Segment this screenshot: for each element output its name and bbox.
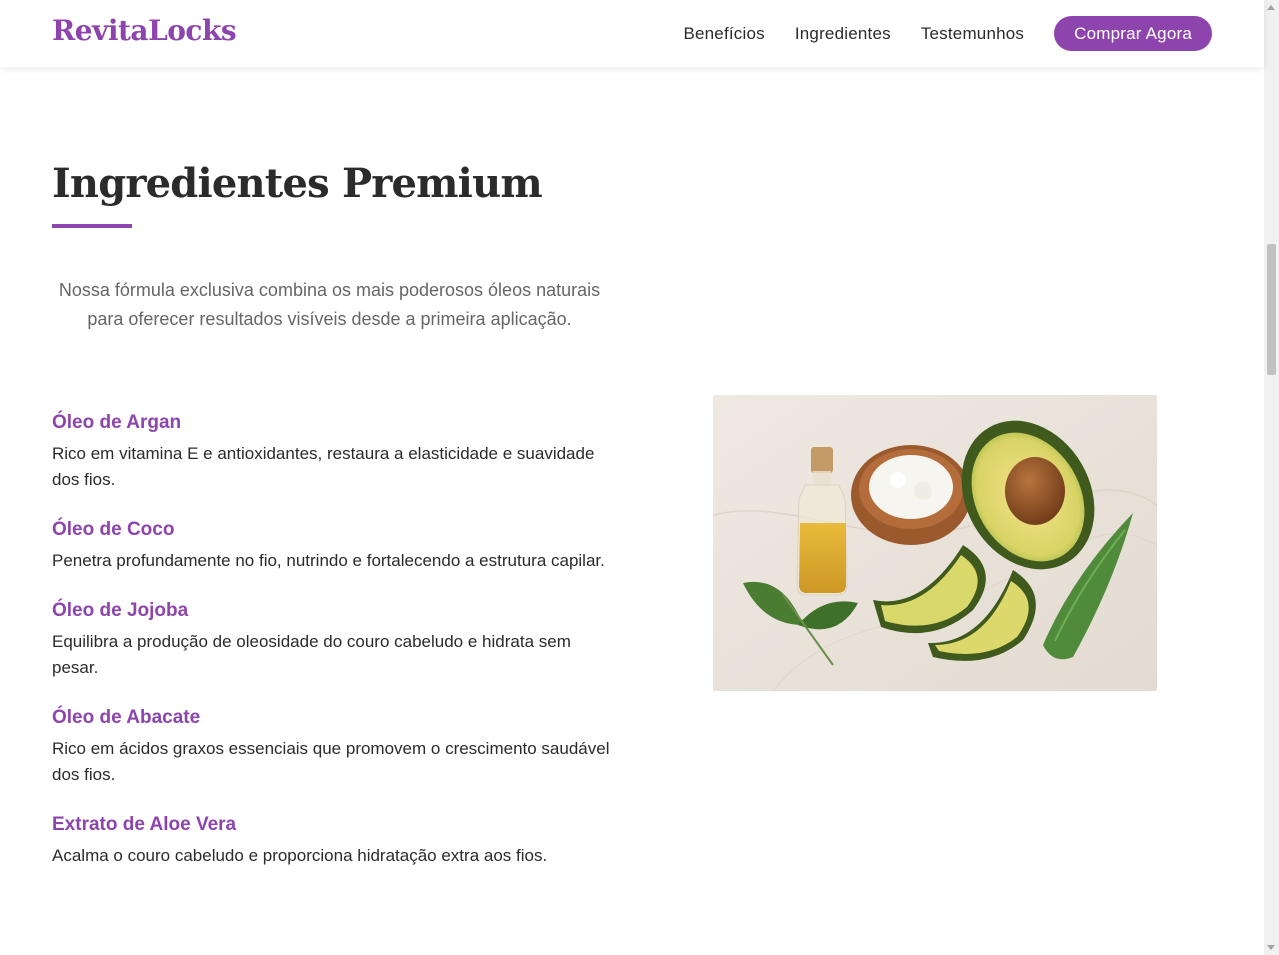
scroll-down-icon[interactable] [1267,945,1275,950]
ingredient-item: Óleo de Argan Rico em vitamina E e antio… [52,410,612,493]
nav-link-beneficios[interactable]: Benefícios [683,17,764,51]
ingredient-name: Óleo de Coco [52,519,175,540]
nav-link-testemunhos[interactable]: Testemunhos [921,17,1024,51]
ingredient-name: Extrato de Aloe Vera [52,814,237,835]
ingredient-item: Óleo de Jojoba Equilibra a produção de o… [52,598,612,681]
site-header: RevitaLocks Benefícios Ingredientes Test… [0,0,1264,67]
ingredient-name: Óleo de Argan [52,412,182,433]
ingredients-photo [713,395,1157,691]
ingredient-item: Óleo de Coco Penetra profundamente no fi… [52,517,612,574]
ingredient-name: Óleo de Jojoba [52,600,189,621]
title-underline [52,224,132,228]
ingredient-name: Óleo de Abacate [52,707,201,728]
ingredient-description: Penetra profundamente no fio, nutrindo e… [52,551,605,570]
ingredient-item: Extrato de Aloe Vera Acalma o couro cabe… [52,812,612,869]
buy-now-button[interactable]: Comprar Agora [1054,16,1212,51]
ingredient-list: Óleo de Argan Rico em vitamina E e antio… [52,410,612,893]
page-scrollbar[interactable] [1264,0,1279,955]
ingredient-description: Rico em vitamina E e antioxidantes, rest… [52,444,595,489]
main-nav: Benefícios Ingredientes Testemunhos Comp… [653,16,1212,51]
ingredient-item: Óleo de Abacate Rico em ácidos graxos es… [52,705,612,788]
ingredient-description: Acalma o couro cabeludo e proporciona hi… [52,846,548,865]
nav-link-ingredientes[interactable]: Ingredientes [795,17,891,51]
ingredient-description: Equilibra a produção de oleosidade do co… [52,632,571,677]
section-title: Ingredientes Premium [52,160,543,207]
scrollbar-thumb[interactable] [1267,244,1276,375]
brand-logo[interactable]: RevitaLocks [52,14,237,47]
section-intro: Nossa fórmula exclusiva combina os mais … [58,280,601,329]
scroll-up-icon[interactable] [1267,5,1275,10]
ingredient-description: Rico em ácidos graxos essenciais que pro… [52,739,610,784]
